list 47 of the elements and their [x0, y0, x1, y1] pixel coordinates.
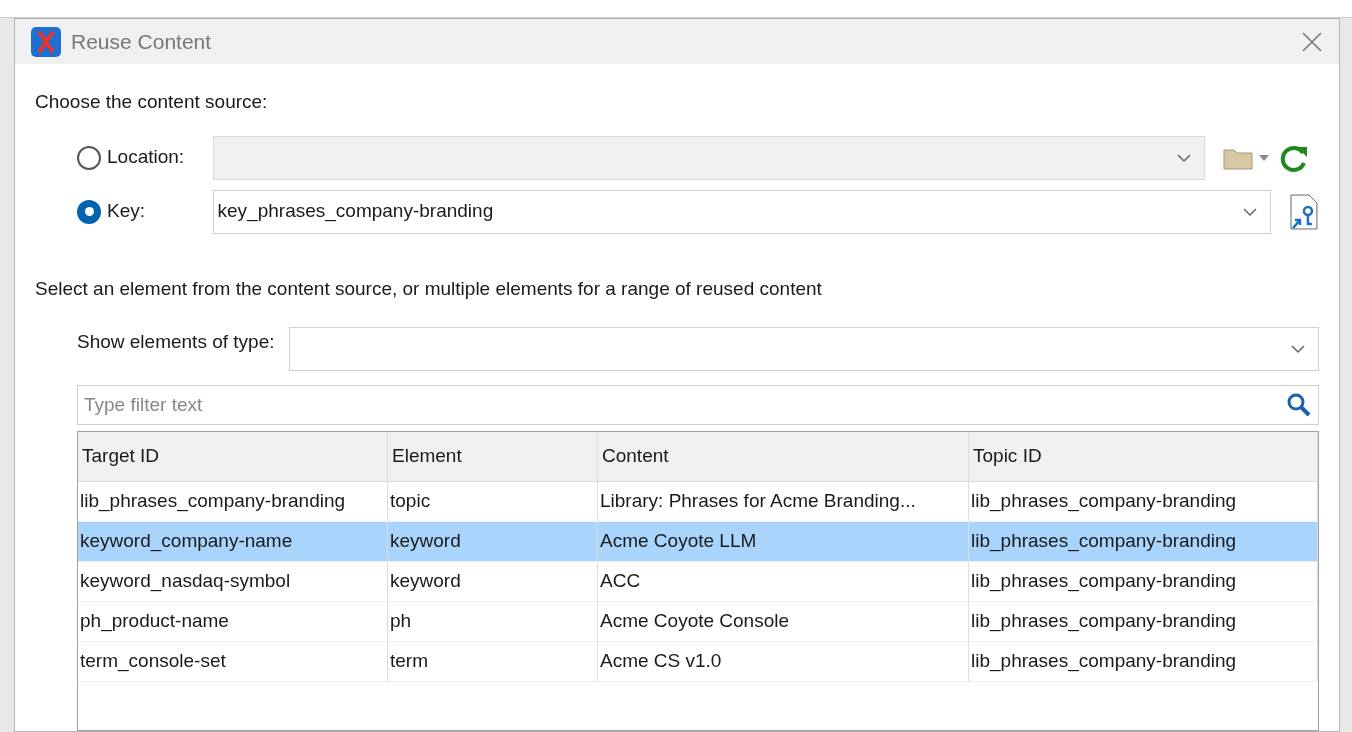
table-cell: Library: Phrases for Acme Branding... — [598, 482, 969, 521]
table-row[interactable]: keyword_nasdaq-symbol keyword ACC lib_phrases_company-branding — [78, 562, 1318, 602]
radio-button[interactable] — [77, 145, 101, 170]
search-icon[interactable] — [1287, 393, 1311, 417]
chevron-down-icon — [1290, 344, 1306, 354]
chevron-down-icon — [1176, 152, 1192, 163]
column-header[interactable]: Element — [388, 432, 598, 481]
type-label: Show elements of type: — [77, 329, 275, 354]
table-cell: ACC — [598, 562, 969, 601]
table-row[interactable]: ph_product-name ph Acme Coyote Console lib_phrases_company-branding — [78, 602, 1318, 642]
table-cell: lib_phrases_company-branding — [969, 642, 1318, 681]
app-logo-icon — [31, 26, 61, 57]
section-prompt: Choose the content source: — [35, 90, 269, 114]
table-cell: ph — [388, 602, 598, 641]
table-cell: lib_phrases_company-branding — [969, 522, 1318, 561]
table-cell: keyword_nasdaq-symbol — [78, 562, 388, 601]
table-cell: Acme Coyote Console — [598, 602, 969, 641]
table-cell: Acme Coyote LLM — [598, 522, 969, 561]
table-cell: lib_phrases_company-branding — [78, 482, 388, 521]
column-header[interactable]: Topic ID — [969, 432, 1318, 481]
table-cell: lib_phrases_company-branding — [969, 482, 1318, 521]
table-cell: ph_product-name — [78, 602, 388, 641]
dropdown-arrow-icon[interactable] — [1259, 154, 1269, 161]
window-title: Reuse Content — [71, 28, 213, 55]
table-cell: topic — [388, 482, 598, 521]
table-cell: term_console-set — [78, 642, 388, 681]
key-combo[interactable]: key_phrases_company-branding — [212, 189, 1272, 234]
section-prompt: Select an element from the content source, or multiple elements for a range of reused content — [35, 276, 823, 301]
table-row[interactable]: lib_phrases_company-branding topic Library: Phrases for Acme Branding... lib_phrases_company-branding — [78, 482, 1318, 522]
table-cell: Acme CS v1.0 — [598, 642, 969, 681]
table-cell: term — [388, 642, 598, 681]
column-header[interactable]: Target ID — [78, 432, 388, 481]
table-cell: lib_phrases_company-branding — [969, 602, 1318, 641]
key-document-icon[interactable] — [1289, 193, 1319, 230]
table-row[interactable]: keyword_company-name keyword Acme Coyote LLM lib_phrases_company-branding — [78, 522, 1318, 562]
table-cell: keyword — [388, 522, 598, 561]
radio-label: Key: — [107, 199, 146, 224]
table-row[interactable]: term_console-set term Acme CS v1.0 lib_phrases_company-branding — [78, 642, 1318, 682]
table-cell: keyword — [388, 562, 598, 601]
table-cell: lib_phrases_company-branding — [969, 562, 1318, 601]
radio-button[interactable] — [77, 199, 101, 224]
column-header[interactable]: Content — [598, 432, 969, 481]
table-cell: keyword_company-name — [78, 522, 388, 561]
filter-field[interactable]: Type filter text — [77, 385, 1319, 425]
close-icon[interactable] — [1301, 30, 1323, 53]
radio-label: Location: — [107, 145, 185, 170]
chevron-down-icon — [1242, 206, 1259, 217]
